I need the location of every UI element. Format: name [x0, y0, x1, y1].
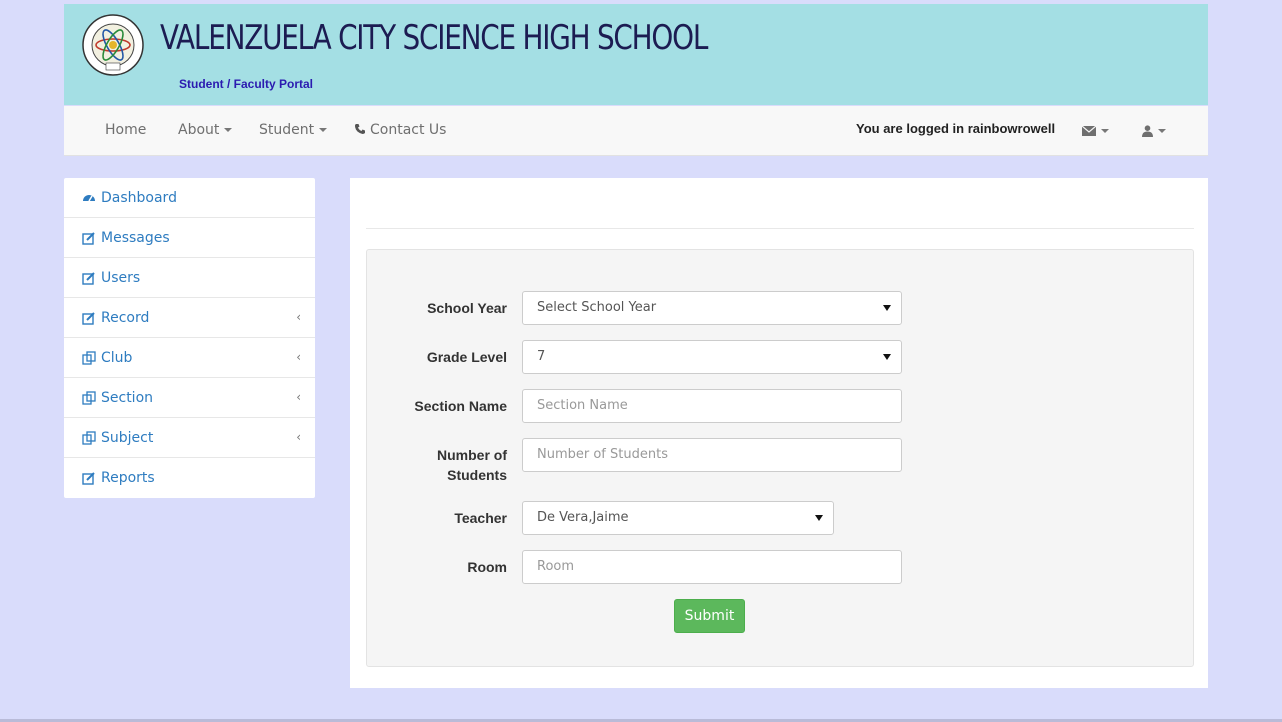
nav-home-link[interactable]: Home: [105, 122, 146, 138]
room-input[interactable]: Room: [522, 550, 902, 584]
copy-icon: [82, 350, 96, 365]
room-placeholder: Room: [537, 559, 575, 574]
section-name-input[interactable]: Section Name: [522, 389, 902, 423]
school-seal-logo: [82, 14, 144, 76]
sidebar-item-subject[interactable]: Subject ‹: [64, 418, 315, 458]
school-year-select[interactable]: Select School Year: [522, 291, 902, 325]
sidebar-item-club[interactable]: Club ‹: [64, 338, 315, 378]
sidebar-menu: Dashboard Messages Users Record ‹ Club ‹…: [64, 178, 315, 498]
nav-about-label: About: [178, 122, 220, 138]
dropdown-arrow-icon: [815, 515, 823, 521]
chevron-left-icon: ‹: [296, 350, 301, 364]
caret-down-icon: [319, 128, 328, 132]
grade-level-select[interactable]: 7: [522, 340, 902, 374]
nav-student-dropdown[interactable]: Student: [259, 122, 328, 138]
messages-dropdown[interactable]: [1082, 124, 1109, 138]
number-of-students-label-line2: Students: [447, 467, 507, 483]
edit-icon: [82, 311, 95, 325]
grade-level-label: Grade Level: [426, 349, 507, 365]
chevron-left-icon: ‹: [296, 430, 301, 444]
submit-button[interactable]: Submit: [674, 599, 745, 633]
sidebar-item-dashboard[interactable]: Dashboard: [64, 178, 315, 218]
room-label: Room: [467, 559, 507, 575]
caret-down-icon: [1158, 129, 1166, 133]
sidebar-item-label: Dashboard: [101, 189, 177, 206]
header-banner: VALENZUELA CITY SCIENCE HIGH SCHOOL Stud…: [64, 4, 1208, 105]
number-of-students-label-line1: Number of: [437, 447, 507, 463]
copy-icon: [82, 390, 96, 405]
sidebar-item-label: Club: [101, 349, 133, 366]
section-form: School Year Select School Year Grade Lev…: [366, 249, 1194, 667]
main-panel: School Year Select School Year Grade Lev…: [350, 178, 1208, 688]
phone-icon: [355, 124, 365, 134]
user-dropdown[interactable]: [1142, 124, 1166, 138]
school-year-label: School Year: [427, 300, 507, 316]
sidebar-item-users[interactable]: Users: [64, 258, 315, 298]
envelope-icon: [1082, 126, 1096, 136]
nav-contact-label: Contact Us: [370, 122, 447, 138]
nav-about-dropdown[interactable]: About: [178, 122, 233, 138]
edit-icon: [82, 231, 95, 245]
sidebar-item-record[interactable]: Record ‹: [64, 298, 315, 338]
grade-level-value: 7: [537, 349, 546, 364]
top-navbar: Home About Student Contact Us You are lo…: [64, 106, 1208, 156]
copy-icon: [82, 430, 96, 445]
header-divider: [366, 228, 1194, 229]
sidebar-item-label: Record: [101, 309, 150, 326]
dropdown-arrow-icon: [883, 305, 891, 311]
dashboard-icon: [83, 194, 95, 201]
teacher-select[interactable]: De Vera,Jaime: [522, 501, 834, 535]
school-year-value: Select School Year: [537, 300, 657, 315]
number-of-students-input[interactable]: Number of Students: [522, 438, 902, 472]
section-name-placeholder: Section Name: [537, 398, 628, 413]
sidebar-item-label: Users: [101, 269, 141, 286]
sidebar-item-label: Subject: [101, 429, 154, 446]
sidebar-item-reports[interactable]: Reports: [64, 458, 315, 498]
sidebar-item-messages[interactable]: Messages: [64, 218, 315, 258]
portal-subtitle: Student / Faculty Portal: [179, 77, 314, 91]
sidebar-item-label: Messages: [101, 229, 170, 246]
teacher-value: De Vera,Jaime: [537, 510, 629, 525]
nav-student-label: Student: [259, 122, 315, 138]
chevron-left-icon: ‹: [296, 390, 301, 404]
sidebar-item-label: Section: [101, 389, 154, 406]
teacher-label: Teacher: [454, 510, 507, 526]
caret-down-icon: [1101, 129, 1109, 133]
user-icon: [1142, 125, 1153, 137]
edit-icon: [82, 472, 95, 485]
sidebar-item-label: Reports: [101, 470, 155, 486]
sidebar-item-section[interactable]: Section ‹: [64, 378, 315, 418]
nav-home-label: Home: [105, 122, 147, 138]
caret-down-icon: [224, 128, 233, 132]
school-name-title: VALENZUELA CITY SCIENCE HIGH SCHOOL: [160, 18, 708, 58]
number-of-students-label: Number of Students: [367, 445, 507, 485]
section-name-label: Section Name: [414, 398, 507, 414]
nav-contact-link[interactable]: Contact Us: [354, 122, 446, 138]
logged-in-status: You are logged in rainbowrowell: [856, 121, 1056, 136]
chevron-left-icon: ‹: [296, 310, 301, 324]
number-of-students-placeholder: Number of Students: [537, 447, 668, 462]
edit-icon: [82, 271, 95, 285]
dropdown-arrow-icon: [883, 354, 891, 360]
